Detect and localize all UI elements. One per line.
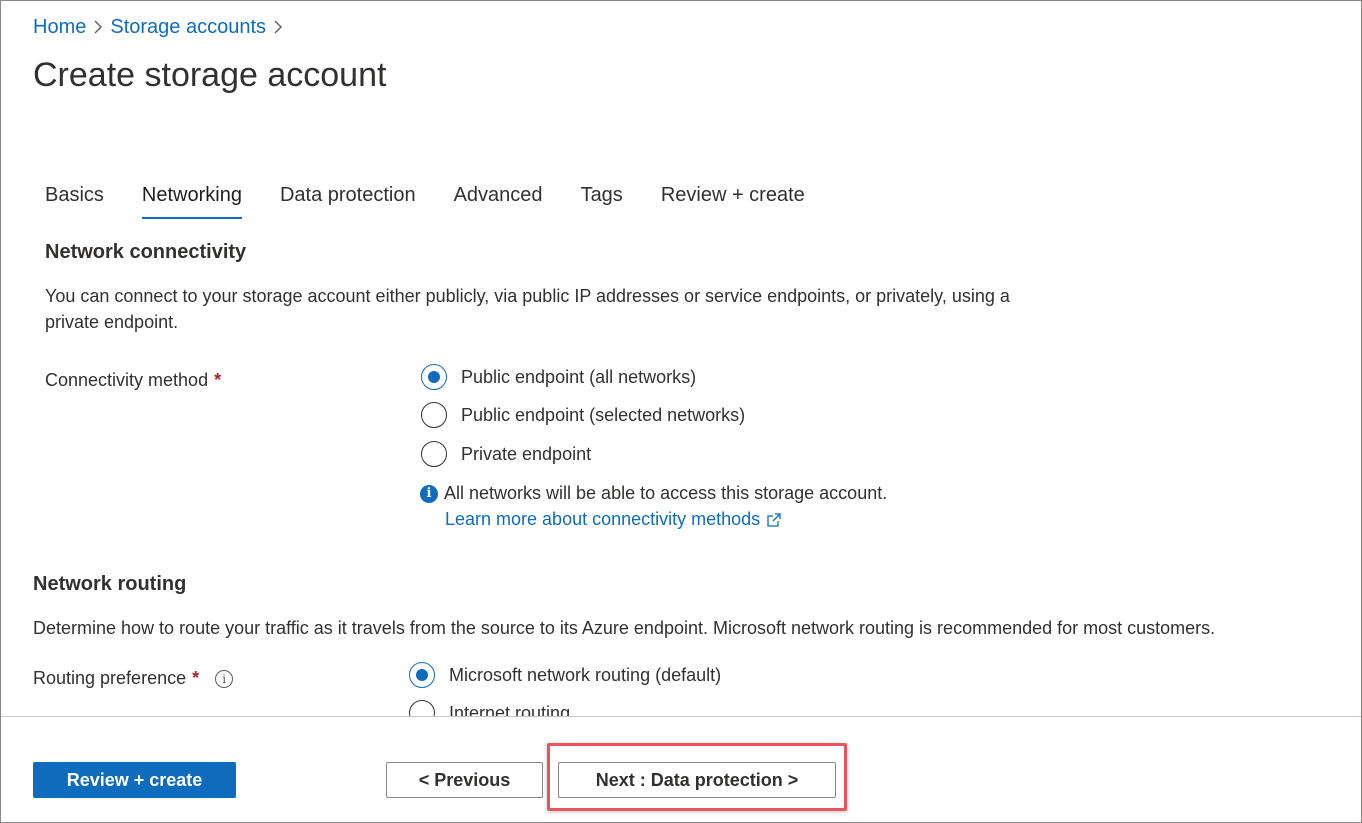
info-message-text: All networks will be able to access this… — [444, 483, 888, 503]
network-routing-heading: Network routing — [33, 573, 187, 595]
required-indicator: * — [192, 668, 200, 688]
breadcrumb-storage-accounts[interactable]: Storage accounts — [110, 16, 266, 39]
routing-preference-label: Routing preference * i — [33, 668, 234, 689]
breadcrumb: Home Storage accounts — [33, 14, 290, 40]
tab-networking[interactable]: Networking — [141, 181, 243, 221]
tab-advanced[interactable]: Advanced — [454, 181, 543, 221]
network-connectivity-description-line1: You can connect to your storage account … — [45, 286, 1010, 306]
radio-button-checked[interactable] — [409, 662, 435, 688]
connectivity-info-message: i All networks will be able to access th… — [420, 483, 887, 504]
page-frame: Home Storage accounts Create storage acc… — [0, 0, 1362, 823]
connectivity-method-label: Connectivity method * — [45, 370, 221, 391]
chevron-right-icon — [266, 19, 290, 35]
highlight-annotation — [547, 743, 847, 811]
external-link-icon — [767, 512, 781, 527]
radio-public-all-networks[interactable]: Public endpoint (all networks) — [421, 364, 696, 390]
review-create-button[interactable]: Review + create — [33, 762, 236, 798]
radio-button[interactable] — [421, 402, 447, 428]
radio-label: Public endpoint (selected networks) — [461, 404, 746, 425]
radio-label: Public endpoint (all networks) — [461, 366, 697, 387]
routing-preference-label-text: Routing preference — [33, 668, 187, 688]
previous-button[interactable]: < Previous — [386, 762, 543, 798]
network-connectivity-heading: Network connectivity — [45, 241, 247, 263]
radio-private-endpoint[interactable]: Private endpoint — [421, 441, 591, 467]
tab-review-create[interactable]: Review + create — [661, 181, 805, 221]
radio-microsoft-network-routing[interactable]: Microsoft network routing (default) — [409, 662, 721, 688]
connectivity-method-label-text: Connectivity method — [45, 370, 209, 390]
tab-tags[interactable]: Tags — [581, 181, 623, 221]
radio-public-selected-networks[interactable]: Public endpoint (selected networks) — [421, 402, 745, 428]
tab-data-protection[interactable]: Data protection — [280, 181, 416, 221]
network-connectivity-description-line2: private endpoint. — [45, 312, 179, 332]
learn-more-connectivity-link[interactable]: Learn more about connectivity methods — [445, 509, 782, 530]
required-indicator: * — [214, 370, 222, 390]
wizard-tabs: Basics Networking Data protection Advanc… — [45, 181, 843, 221]
chevron-right-icon — [86, 19, 110, 35]
radio-button[interactable] — [421, 441, 447, 467]
breadcrumb-home[interactable]: Home — [33, 16, 86, 39]
network-routing-description: Determine how to route your traffic as i… — [33, 618, 1216, 638]
radio-button-checked[interactable] — [421, 364, 447, 390]
info-icon: i — [420, 484, 438, 503]
tab-basics[interactable]: Basics — [45, 181, 104, 221]
radio-label: Microsoft network routing (default) — [449, 664, 722, 685]
page-title: Create storage account — [33, 56, 387, 94]
learn-more-text: Learn more about connectivity methods — [445, 509, 761, 529]
radio-label: Private endpoint — [461, 443, 592, 464]
info-icon[interactable]: i — [215, 669, 234, 688]
